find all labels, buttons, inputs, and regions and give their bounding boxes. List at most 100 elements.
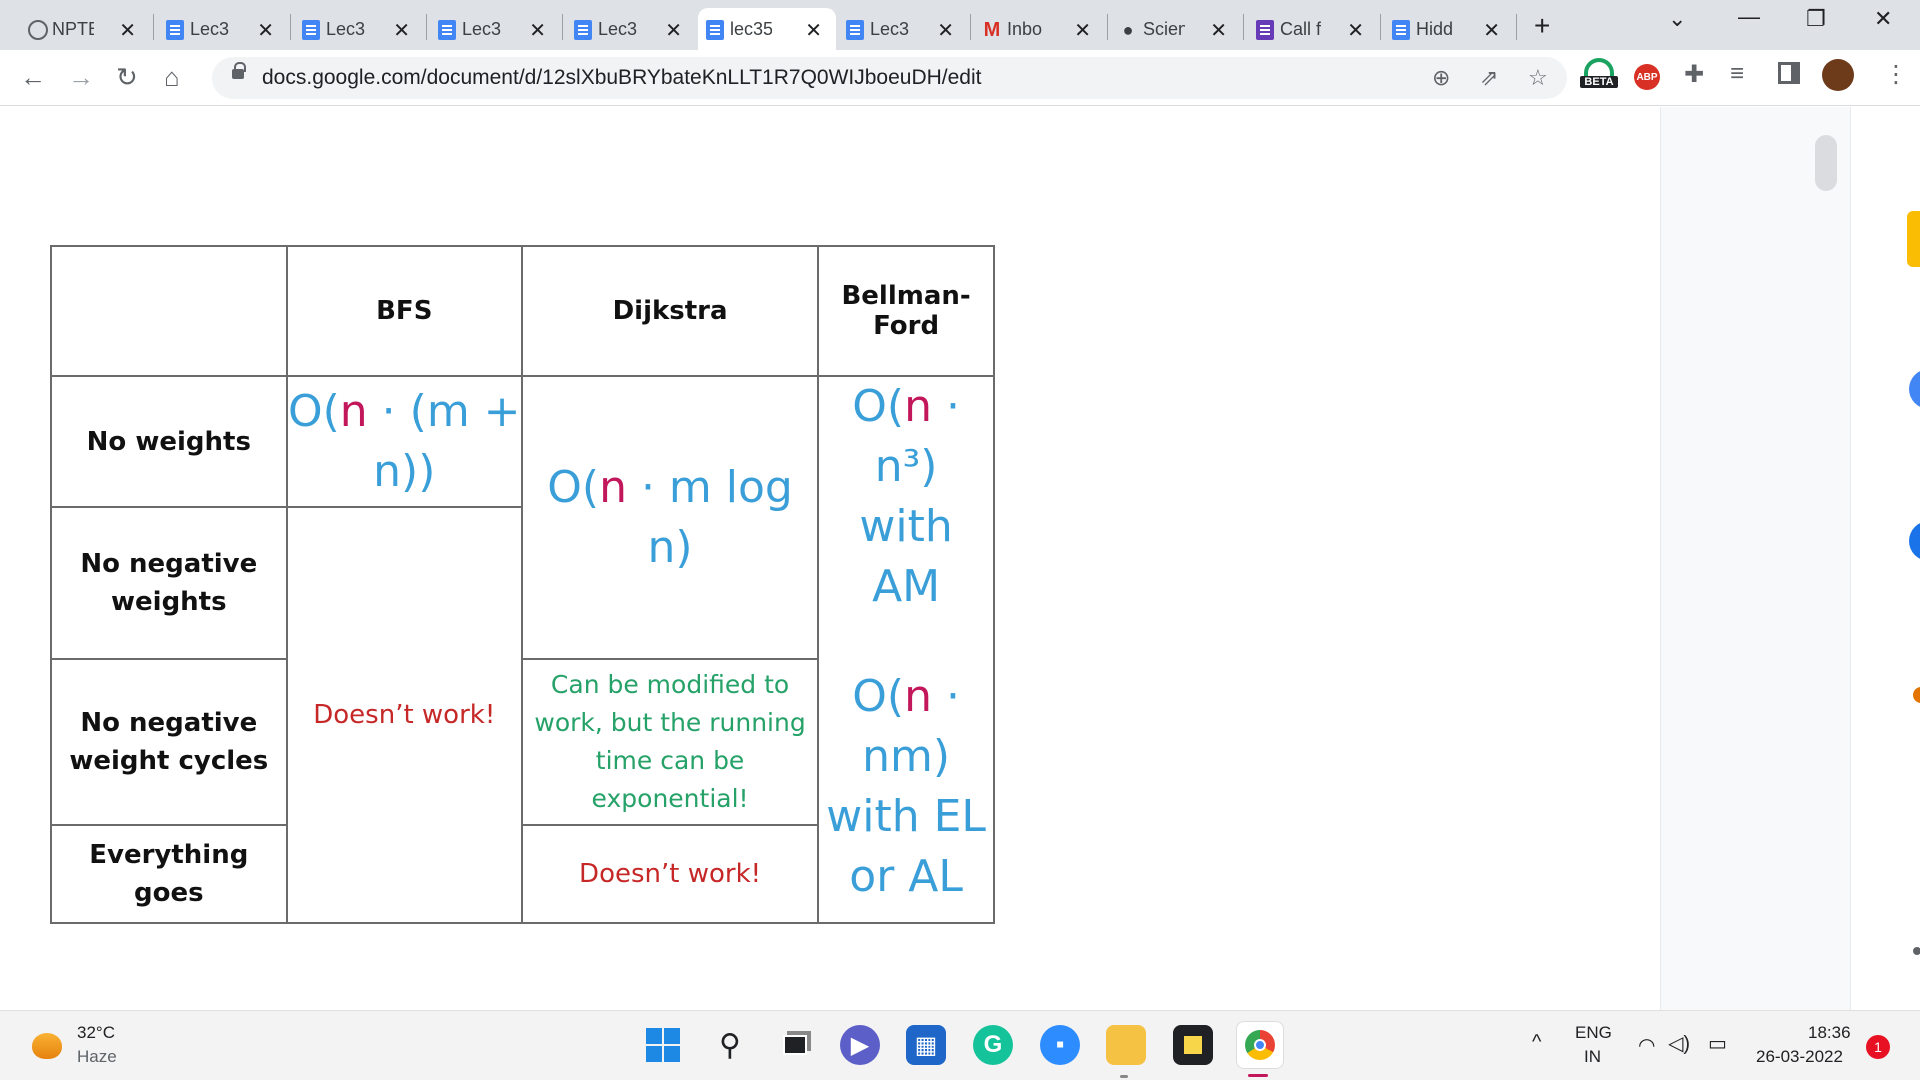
row-label-no-weights: No weights [50,375,288,508]
complexity-prefix: O( [852,671,905,722]
tab-title: Inbo [1007,18,1043,39]
algorithm-comparison-table: BFS Dijkstra Bellman-Ford No weights O(n… [50,245,995,924]
battery-icon[interactable]: ▭ [1708,1031,1727,1056]
bellman-ford-am-complexity: O(n · n³) with AM [817,375,995,659]
language-code[interactable]: ENG [1575,1023,1612,1043]
close-tab-icon[interactable]: ✕ [1210,18,1227,43]
teams-chat-icon[interactable]: ▶ [840,1025,880,1065]
tab-hidden[interactable]: Hidd ✕ [1384,8,1514,50]
tab-search-chevron-icon[interactable]: ⌄ [1668,6,1686,32]
dijkstra-complexity: O(n · m log n) [520,375,820,660]
clock-time[interactable]: 18:36 [1808,1023,1851,1043]
addon-icon[interactable] [1913,687,1920,703]
reload-icon[interactable]: ↻ [116,62,138,93]
tab-lec-1[interactable]: Lec3 ✕ [158,8,288,50]
zoom-icon[interactable]: ⊕ [1432,65,1450,91]
tab-science[interactable]: ● Scien ✕ [1111,8,1241,50]
windows-start-icon[interactable] [643,1025,683,1065]
back-icon[interactable]: ← [20,62,46,93]
complexity-caption: with EL [826,791,986,842]
tab-lec-4[interactable]: Lec3 ✕ [566,8,696,50]
wifi-icon[interactable]: ◠ [1638,1033,1655,1058]
new-tab-icon[interactable]: + [1534,10,1550,42]
url-text[interactable]: docs.google.com/document/d/12slXbuBRYbat… [262,66,981,90]
browser-toolbar: ← → ↻ ⌂ docs.google.com/document/d/12slX… [0,50,1920,106]
globe-icon [28,20,48,40]
tab-lec-6[interactable]: Lec3 ✕ [838,8,968,50]
tab-strip: NPTE ✕ Lec3 ✕ Lec3 ✕ Lec3 ✕ Lec3 ✕ lec35… [0,0,1920,50]
menu-kebab-icon[interactable]: ⋮ [1884,60,1908,89]
search-icon[interactable]: ⚲ [710,1025,750,1065]
media-control-icon[interactable]: ≡ [1730,60,1744,88]
tab-lec35-active[interactable]: lec35 ✕ [698,8,836,50]
extensions-puzzle-icon[interactable]: ✚ [1684,60,1704,89]
expand-dot-icon[interactable] [1913,947,1920,955]
tab-npte[interactable]: NPTE ✕ [20,8,150,50]
bookmark-star-icon[interactable]: ☆ [1528,65,1548,91]
abp-label: ABP [1636,71,1658,83]
close-tab-icon[interactable]: ✕ [529,18,546,43]
tab-title: Lec3 [462,18,502,39]
complexity-suffix: · (m + n)) [367,385,521,497]
tab-lec-2[interactable]: Lec3 ✕ [294,8,424,50]
close-tab-icon[interactable]: ✕ [1483,18,1500,43]
weather-description[interactable]: Haze [77,1047,117,1067]
row-label-everything-goes: Everything goes [50,824,288,924]
complexity-caption: with AM [859,501,953,612]
close-tab-icon[interactable]: ✕ [1074,18,1091,43]
share-icon[interactable]: ⇗ [1480,65,1498,91]
tab-inbox[interactable]: M Inbo ✕ [975,8,1105,50]
gmail-icon: M [983,18,1001,41]
restore-icon[interactable]: ❐ [1806,6,1826,32]
tab-title: Scien [1143,18,1185,39]
clock-date[interactable]: 26-03-2022 [1756,1047,1843,1067]
grammarly-icon[interactable]: G [973,1025,1013,1065]
microsoft-store-icon[interactable]: ▦ [906,1025,946,1065]
home-icon[interactable]: ⌂ [164,62,180,93]
chrome-taskbar-icon[interactable] [1236,1021,1284,1069]
close-tab-icon[interactable]: ✕ [805,18,822,43]
close-tab-icon[interactable]: ✕ [393,18,410,43]
tasks-icon[interactable] [1909,369,1920,409]
tab-title: NPTE [52,18,94,39]
notification-badge[interactable]: 1 [1866,1035,1890,1059]
tab-lec-3[interactable]: Lec3 ✕ [430,8,560,50]
weather-temperature[interactable]: 32°C [77,1023,115,1043]
complexity-caption-2: or AL [849,851,963,902]
minimize-icon[interactable]: — [1738,4,1760,30]
adblock-icon[interactable]: ABP [1634,64,1660,90]
close-tab-icon[interactable]: ✕ [665,18,682,43]
close-tab-icon[interactable]: ✕ [119,18,136,43]
task-view-icon[interactable] [775,1025,815,1065]
zoom-app-icon[interactable]: ▪ [1040,1025,1080,1065]
close-tab-icon[interactable]: ✕ [1347,18,1364,43]
close-tab-icon[interactable]: ✕ [937,18,954,43]
complexity-n: n [599,461,627,513]
side-panel-icon[interactable] [1778,62,1800,84]
close-window-icon[interactable]: ✕ [1874,6,1892,32]
sticky-notes-icon[interactable] [1173,1025,1213,1065]
forward-icon[interactable]: → [68,62,94,93]
address-bar[interactable]: docs.google.com/document/d/12slXbuBRYbat… [212,57,1567,99]
tab-call[interactable]: Call f ✕ [1248,8,1378,50]
tab-title: Hidd [1416,18,1454,39]
profile-avatar[interactable] [1822,59,1854,91]
file-explorer-icon[interactable] [1106,1025,1146,1065]
docs-icon [706,20,724,40]
complexity-prefix: O( [287,385,340,437]
scrollbar-thumb[interactable] [1815,135,1837,191]
bellman-ford-el-complexity: O(n · nm) with EL or AL [817,659,995,924]
beta-extension-icon[interactable]: BETA [1580,56,1618,98]
close-tab-icon[interactable]: ✕ [257,18,274,43]
keep-icon[interactable] [1907,211,1920,267]
language-region[interactable]: IN [1584,1047,1601,1067]
dijkstra-modified-note: Can be modified to work, but the running… [520,658,820,826]
contacts-icon[interactable] [1909,521,1920,561]
docs-icon [574,20,592,40]
tray-overflow-chevron-icon[interactable]: ^ [1532,1031,1541,1054]
header-dijkstra: Dijkstra [520,245,820,377]
bfs-doesnt-work: Doesn’t work! [285,506,523,924]
dijkstra-doesnt-work: Doesn’t work! [520,824,820,924]
weather-sun-icon[interactable] [32,1033,62,1059]
volume-icon[interactable]: ◁) [1668,1031,1690,1056]
